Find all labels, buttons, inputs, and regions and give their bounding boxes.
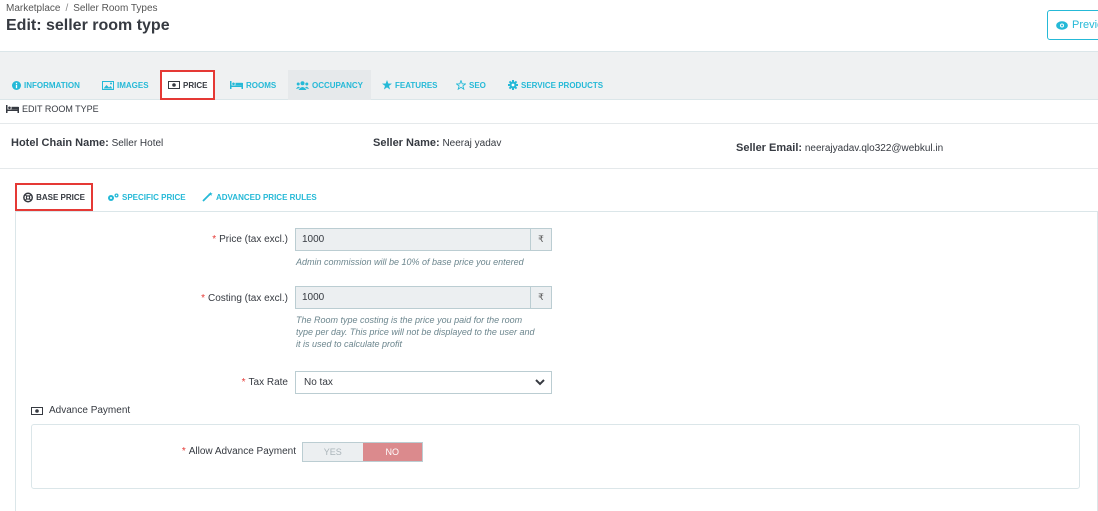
preview-button[interactable]: Previe (1047, 10, 1098, 40)
costing-label-text: Costing (tax excl.) (207, 293, 288, 304)
eye-icon (1056, 21, 1068, 30)
allow-advance-payment-text: Allow Advance Payment (188, 446, 296, 457)
toggle-no-option[interactable]: NO (362, 443, 422, 461)
section-heading: EDIT ROOM TYPE (6, 104, 99, 114)
subtab-base-price-label: BASE PRICE (36, 192, 85, 202)
allow-advance-payment-label: * Allow Advance Payment (150, 446, 296, 457)
gear-icon (508, 80, 518, 90)
seller-email-value: neerajyadav.qlo322@webkul.in (804, 143, 944, 154)
subtab-advanced-price-rules[interactable]: ADVANCED PRICE RULES (202, 183, 317, 211)
section-heading-label: EDIT ROOM TYPE (22, 104, 99, 114)
hotel-chain-value: Seller Hotel (111, 138, 164, 149)
hotel-chain-info: Hotel Chain Name: Seller Hotel (11, 137, 163, 149)
bed-icon (230, 81, 243, 89)
tab-price-label: PRICE (183, 80, 208, 90)
bed-icon (6, 105, 19, 113)
subtab-specific-price-label: SPECIFIC PRICE (122, 192, 186, 202)
tax-rate-label: * Tax Rate (170, 377, 288, 388)
tab-occupancy-label: OCCUPANCY (312, 80, 363, 90)
tab-features-label: FEATURES (395, 80, 438, 90)
breadcrumb-current[interactable]: Seller Room Types (73, 3, 157, 14)
star-outline-icon (456, 80, 466, 90)
image-icon (102, 80, 114, 90)
subtab-advanced-price-rules-label: ADVANCED PRICE RULES (216, 192, 317, 202)
page-title: Edit: seller room type (6, 17, 170, 34)
required-mark: * (201, 293, 205, 304)
tab-price[interactable]: PRICE (160, 70, 216, 100)
advance-payment-title: Advance Payment (49, 405, 131, 416)
seller-name-label: Seller Name: (373, 137, 440, 149)
money-icon (31, 406, 43, 415)
hotel-chain-label: Hotel Chain Name: (11, 137, 109, 149)
price-label-text: Price (tax excl.) (219, 234, 288, 245)
tab-service-products[interactable]: SERVICE PRODUCTS (508, 73, 603, 97)
required-mark: * (212, 234, 217, 245)
costing-label: * Costing (tax excl.) (170, 293, 288, 304)
costing-help: The Room type costing is the price you p… (296, 314, 534, 350)
tab-service-products-label: SERVICE PRODUCTS (521, 80, 604, 90)
magic-wand-icon (202, 192, 213, 202)
costing-help-line: type per day. This price will not be dis… (296, 327, 535, 337)
gears-icon (108, 193, 119, 201)
seller-name-info: Seller Name: Neeraj yadav (373, 137, 501, 149)
tax-rate-label-text: Tax Rate (248, 377, 288, 388)
tab-occupancy[interactable]: OCCUPANCY (288, 70, 371, 100)
divider (0, 123, 1098, 124)
users-icon (296, 80, 309, 90)
tax-rate-value: No tax (304, 377, 333, 388)
breadcrumb-separator: / (65, 3, 69, 14)
tab-information[interactable]: INFORMATION (12, 73, 80, 97)
breadcrumb-root[interactable]: Marketplace (6, 3, 60, 14)
price-input[interactable]: 1000 (295, 228, 531, 251)
preview-button-label: Previe (1072, 19, 1098, 31)
seller-name-value: Neeraj yadav (442, 138, 502, 149)
costing-help-line: The Room type costing is the price you p… (296, 315, 523, 325)
money-icon (168, 81, 180, 89)
advance-payment-heading: Advance Payment (31, 405, 130, 416)
tab-images[interactable]: IMAGES (102, 73, 149, 97)
subtab-specific-price[interactable]: SPECIFIC PRICE (107, 183, 186, 211)
info-circle-icon (12, 80, 21, 90)
tab-rooms[interactable]: ROOMS (230, 73, 276, 97)
star-icon (382, 80, 392, 90)
advance-payment-toggle: YES NO (302, 442, 423, 462)
tab-images-label: IMAGES (117, 80, 149, 90)
page-header: Marketplace / Seller Room Types Edit: sell… (0, 0, 1098, 52)
costing-help-line: it is used to calculate profit (296, 339, 403, 349)
required-mark: * (241, 377, 246, 388)
tab-seo[interactable]: SEO (456, 73, 486, 97)
life-ring-icon (23, 192, 34, 202)
costing-input[interactable]: 1000 (295, 286, 531, 309)
tab-information-label: INFORMATION (24, 80, 80, 90)
tab-features[interactable]: FEATURES (382, 73, 438, 97)
subtab-base-price[interactable]: BASE PRICE (15, 183, 93, 211)
breadcrumb: Marketplace / Seller Room Types (6, 3, 158, 14)
price-help: Admin commission will be 10% of base pri… (296, 257, 524, 267)
price-label: * Price (tax excl.) (170, 234, 288, 245)
toggle-yes-option[interactable]: YES (303, 443, 363, 461)
divider (0, 168, 1098, 169)
tab-seo-label: SEO (469, 80, 486, 90)
seller-email-info: Seller Email: neerajyadav.qlo322@webkul.… (736, 142, 943, 154)
currency-addon: ₹ (531, 286, 552, 309)
tab-rooms-label: ROOMS (246, 80, 277, 90)
seller-email-label: Seller Email: (736, 142, 803, 154)
main-tabs: INFORMATION IMAGES PRICE ROOMS OCCUPANCY… (0, 52, 1098, 100)
currency-addon: ₹ (531, 228, 552, 251)
tax-rate-select[interactable]: No tax (295, 371, 552, 394)
required-mark: * (181, 446, 186, 457)
chevron-down-icon (535, 379, 545, 386)
